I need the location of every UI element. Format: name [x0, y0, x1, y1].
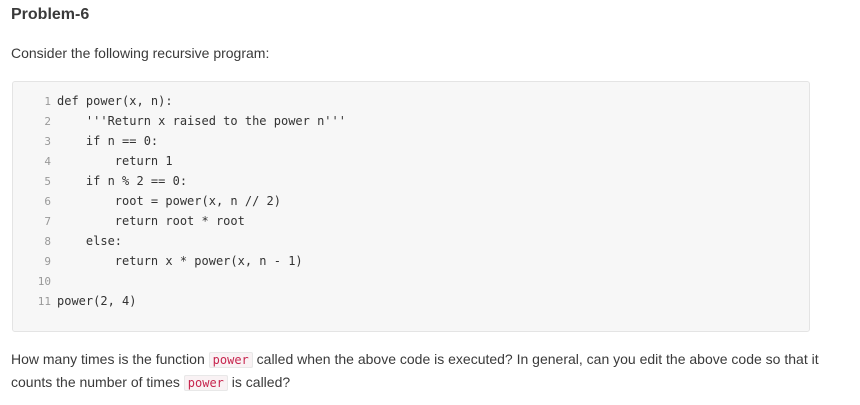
code-block: 1 def power(x, n): 2 '''Return x raised t… [12, 81, 810, 332]
line-number: 7 [44, 215, 51, 228]
code-line: 10 [13, 271, 57, 291]
question-part: How many times is the function [11, 351, 209, 367]
page-title: Problem-6 [11, 6, 90, 23]
code-text: return root * root [57, 214, 245, 228]
code-line: 5 if n % 2 == 0: [13, 171, 187, 191]
line-number: 3 [44, 135, 51, 148]
line-number: 2 [44, 115, 51, 128]
code-text: return 1 [57, 154, 173, 168]
line-number: 10 [37, 275, 51, 288]
line-number: 5 [44, 175, 51, 188]
line-number: 1 [44, 95, 51, 108]
line-number: 6 [44, 195, 51, 208]
code-line: 4 return 1 [13, 151, 173, 171]
line-number: 9 [44, 255, 51, 268]
code-text: if n % 2 == 0: [57, 174, 188, 188]
inline-code: power [208, 352, 253, 368]
code-text: '''Return x raised to the power n''' [57, 114, 346, 128]
code-text: root = power(x, n // 2) [57, 194, 281, 208]
inline-code: power [183, 375, 228, 391]
line-number: 8 [44, 235, 51, 248]
code-text: power(2, 4) [57, 294, 137, 308]
code-text: return x * power(x, n - 1) [57, 254, 303, 268]
code-text: def power(x, n): [57, 94, 173, 108]
code-line: 11 power(2, 4) [13, 291, 137, 311]
code-line: 6 root = power(x, n // 2) [13, 191, 281, 211]
code-line: 3 if n == 0: [13, 131, 158, 151]
line-number: 11 [37, 295, 51, 308]
code-line: 1 def power(x, n): [13, 91, 173, 111]
line-number: 4 [44, 155, 51, 168]
code-text: if n == 0: [57, 134, 159, 148]
code-line: 7 return root * root [13, 211, 245, 231]
code-line: 8 else: [13, 231, 122, 251]
intro-text: Consider the following recursive program… [11, 45, 270, 61]
code-text: else: [57, 234, 123, 248]
code-line: 9 return x * power(x, n - 1) [13, 251, 303, 271]
question-text: How many times is the function power cal… [11, 348, 841, 394]
question-part: is called? [227, 374, 291, 390]
code-line: 2 '''Return x raised to the power n''' [13, 111, 346, 131]
